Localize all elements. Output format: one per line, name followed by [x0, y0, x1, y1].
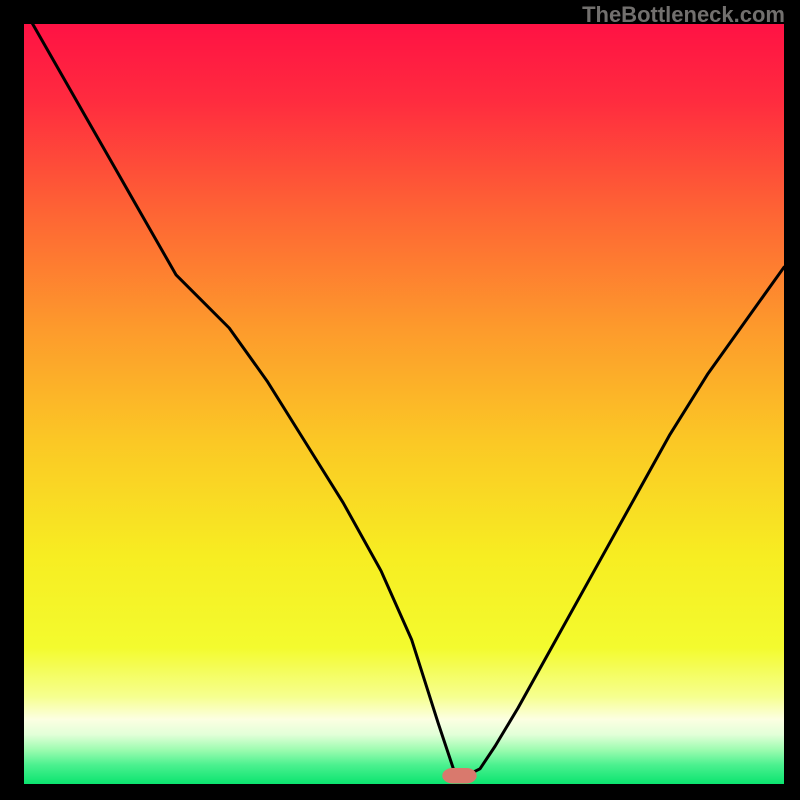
optimum-marker — [443, 769, 476, 783]
plot-area — [24, 24, 784, 784]
chart-frame: TheBottleneck.com — [0, 0, 800, 800]
gradient-background — [24, 24, 784, 784]
plot-svg — [24, 24, 784, 784]
watermark-label: TheBottleneck.com — [582, 2, 785, 28]
